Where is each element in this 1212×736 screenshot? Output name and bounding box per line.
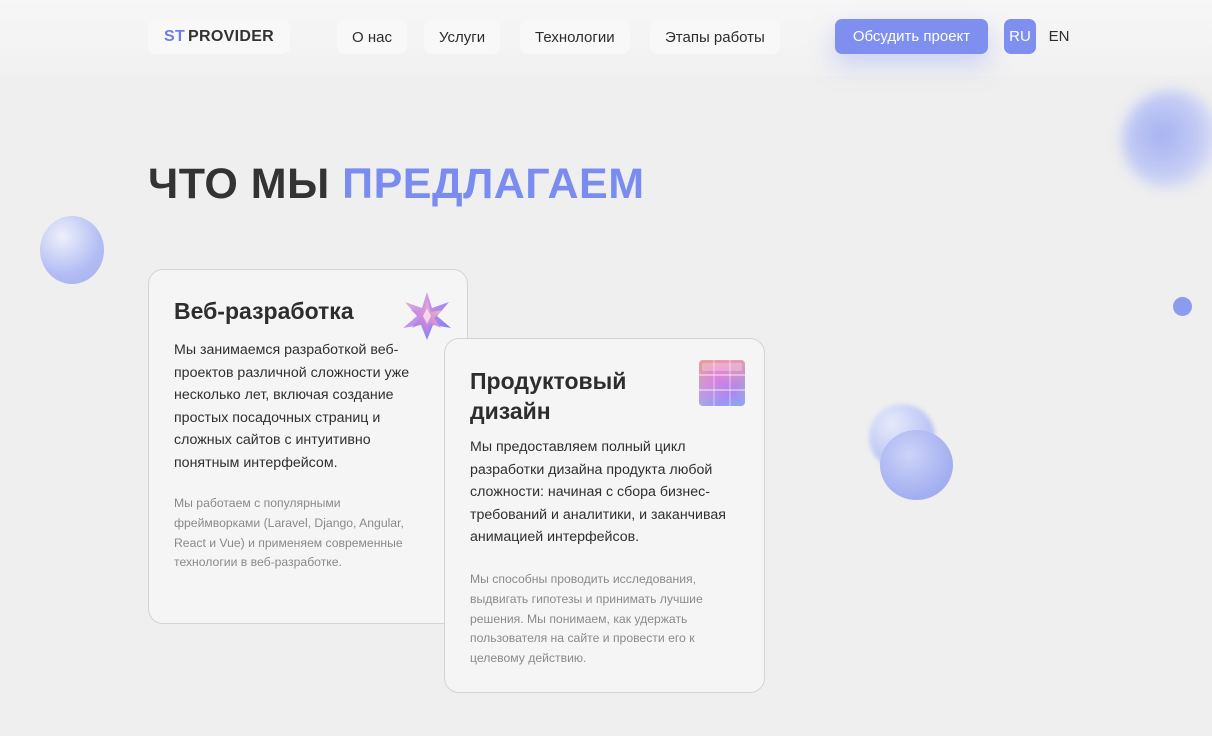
language-en-button[interactable]: EN xyxy=(1043,19,1075,54)
decorative-sphere xyxy=(40,216,104,284)
nav-item-technologies[interactable]: Технологии xyxy=(520,20,630,54)
logo-prefix: ST xyxy=(164,28,186,45)
logo[interactable]: ST PROVIDER xyxy=(148,20,291,54)
nav-item-stages[interactable]: Этапы работы xyxy=(650,20,780,54)
language-ru-button[interactable]: RU xyxy=(1004,19,1036,54)
section-title: ЧТО МЫ ПРЕДЛАГАЕМ xyxy=(148,160,645,209)
card-title: Продуктовый дизайн xyxy=(470,368,627,424)
section-title-dark: ЧТО МЫ xyxy=(148,160,330,208)
nav-item-services[interactable]: Услуги xyxy=(424,20,501,54)
card-title: Веб-разработка xyxy=(174,298,354,324)
decorative-dot xyxy=(1173,297,1192,316)
card-description: Мы занимаемся разработкой веб-проектов р… xyxy=(174,342,410,471)
decorative-blob xyxy=(1122,90,1212,190)
discuss-project-button[interactable]: Обсудить проект xyxy=(835,19,988,54)
decorative-sphere xyxy=(880,430,953,500)
card-note: Мы способны проводить исследования, выдв… xyxy=(470,572,703,666)
card-description: Мы предоставляем полный цикл разработки … xyxy=(470,439,726,546)
card-note: Мы работаем с популярными фреймворками (… xyxy=(174,496,404,570)
glass-cube-icon xyxy=(696,357,748,409)
nav-item-about[interactable]: О нас xyxy=(337,20,407,54)
service-card-product-design[interactable]: Продуктовый дизайн Мы предоставляем полн… xyxy=(444,338,765,693)
page: ST PROVIDER О нас Услуги Технологии Этап… xyxy=(0,0,1212,736)
logo-name: PROVIDER xyxy=(188,28,275,45)
section-title-accent: ПРЕДЛАГАЕМ xyxy=(342,160,645,208)
service-card-web-development[interactable]: Веб-разработка Мы занимаемся разработкой… xyxy=(148,269,468,624)
star-polyhedron-icon xyxy=(401,290,453,342)
site-header: ST PROVIDER О нас Услуги Технологии Этап… xyxy=(0,0,1212,76)
